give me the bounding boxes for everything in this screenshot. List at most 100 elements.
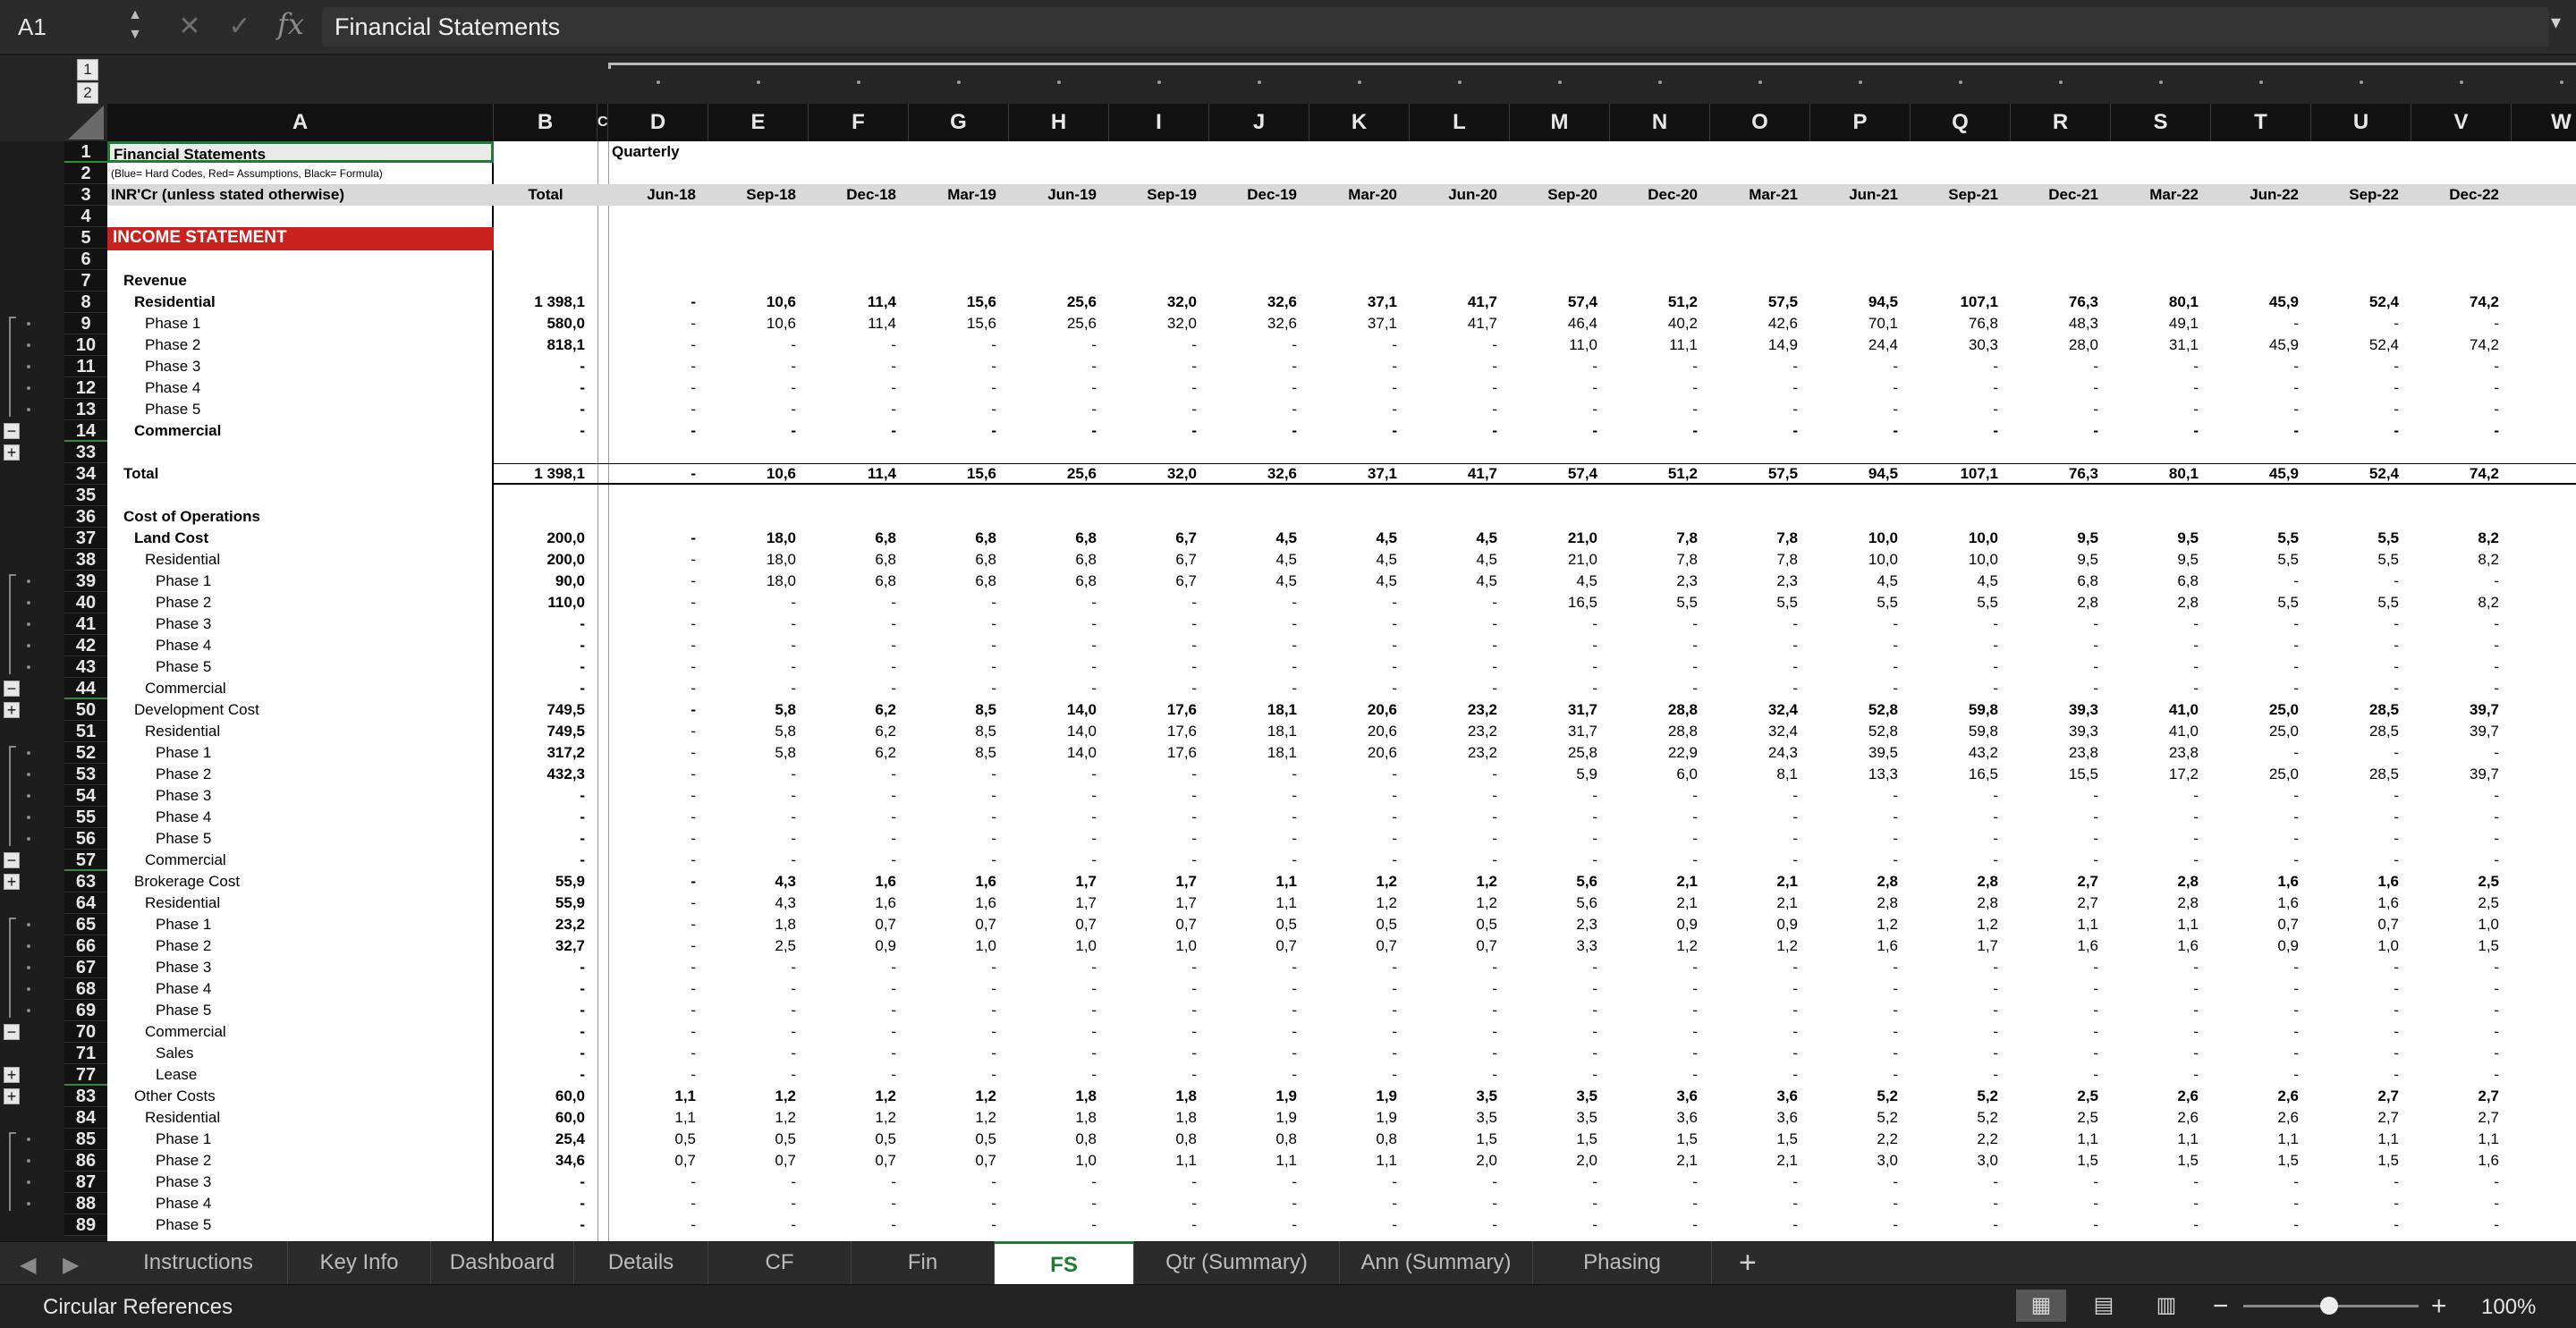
- period-value-cell[interactable]: 3,6: [1710, 1086, 1810, 1107]
- period-value-cell[interactable]: 1,7: [1109, 871, 1209, 892]
- period-value-cell[interactable]: 6,8: [1009, 549, 1109, 571]
- period-value-cell[interactable]: -: [1810, 656, 1911, 678]
- period-value-cell[interactable]: -: [909, 635, 1009, 656]
- period-value-cell[interactable]: 2,3: [1610, 571, 1710, 592]
- period-value-cell[interactable]: 11,0: [1510, 334, 1610, 356]
- row-group-bracket[interactable]: [9, 574, 16, 674]
- period-value-cell[interactable]: 2,5: [708, 935, 809, 957]
- period-value-cell[interactable]: 25,0: [2211, 721, 2311, 742]
- page-break-view-icon[interactable]: ▥: [2141, 1290, 2191, 1322]
- period-value-cell[interactable]: -: [1109, 1193, 1209, 1214]
- period-value-cell[interactable]: -: [1309, 334, 1410, 356]
- period-value-cell[interactable]: -: [608, 828, 708, 850]
- period-value-cell[interactable]: -: [1410, 1000, 1510, 1021]
- period-value-cell[interactable]: 2,8: [1810, 871, 1911, 892]
- period-value-cell[interactable]: -: [1510, 656, 1610, 678]
- column-header-S[interactable]: S: [2111, 104, 2211, 141]
- period-value-cell[interactable]: -: [1410, 678, 1510, 699]
- period-value-cell[interactable]: -: [708, 377, 809, 399]
- period-value-cell[interactable]: -: [1911, 613, 2011, 635]
- period-value-cell[interactable]: -: [1911, 1172, 2011, 1193]
- period-value-cell[interactable]: -: [1710, 377, 1810, 399]
- period-value-cell[interactable]: -: [909, 807, 1009, 828]
- period-value-cell[interactable]: 0,5: [608, 1129, 708, 1150]
- period-value-cell[interactable]: -: [608, 592, 708, 613]
- period-value-cell[interactable]: 0,7: [1009, 914, 1109, 935]
- period-value-cell[interactable]: 6,8: [1009, 571, 1109, 592]
- line-item-label[interactable]: Commercial: [107, 678, 494, 699]
- period-value-cell[interactable]: -: [608, 1064, 708, 1086]
- period-value-cell[interactable]: -: [1710, 978, 1810, 1000]
- period-value-cell[interactable]: -: [1109, 828, 1209, 850]
- row-header[interactable]: 66: [64, 935, 107, 957]
- period-value-cell[interactable]: -: [909, 399, 1009, 420]
- period-value-cell[interactable]: -: [2011, 1214, 2111, 1236]
- period-value-cell[interactable]: -: [1109, 399, 1209, 420]
- chevron-down-icon[interactable]: ▾: [2551, 11, 2561, 34]
- period-value-cell[interactable]: -: [1810, 635, 1911, 656]
- period-value-cell[interactable]: 1,5: [1610, 1129, 1710, 1150]
- period-value-cell[interactable]: -: [2311, 635, 2411, 656]
- period-value-cell[interactable]: 17,2: [2111, 764, 2211, 785]
- period-value-cell[interactable]: -: [909, 850, 1009, 871]
- period-value-cell[interactable]: -: [1510, 1214, 1610, 1236]
- period-value-cell[interactable]: -: [2111, 399, 2211, 420]
- column-header-K[interactable]: K: [1309, 104, 1410, 141]
- total-header-cell[interactable]: Total: [494, 184, 597, 206]
- period-value-cell[interactable]: 1,2: [909, 1086, 1009, 1107]
- period-value-cell[interactable]: -: [1610, 613, 1710, 635]
- row-header[interactable]: 14: [64, 420, 107, 442]
- page-layout-view-icon[interactable]: ▤: [2079, 1290, 2129, 1322]
- period-value-cell[interactable]: 0,8: [1009, 1129, 1109, 1150]
- period-value-cell[interactable]: 7,8: [1710, 528, 1810, 549]
- period-value-cell[interactable]: -: [1510, 1000, 1610, 1021]
- period-value-cell[interactable]: 0,5: [1209, 914, 1309, 935]
- period-value-cell[interactable]: 23,8: [2111, 742, 2211, 764]
- period-value-cell[interactable]: 14,9: [1710, 334, 1810, 356]
- period-value-cell[interactable]: 8: [2512, 334, 2576, 356]
- period-value-cell[interactable]: 70,1: [1810, 313, 1911, 334]
- period-value-cell[interactable]: -: [2411, 313, 2512, 334]
- period-value-cell[interactable]: -: [1510, 420, 1610, 442]
- period-value-cell[interactable]: 32,0: [1109, 463, 1209, 485]
- period-value-cell[interactable]: -: [608, 1043, 708, 1064]
- period-value-cell[interactable]: 1,2: [1410, 871, 1510, 892]
- period-value-cell[interactable]: 3,6: [1710, 1107, 1810, 1129]
- period-value-cell[interactable]: -: [1309, 656, 1410, 678]
- period-value-cell[interactable]: 8,2: [2411, 592, 2512, 613]
- period-value-cell[interactable]: 2,6: [2111, 1107, 2211, 1129]
- row-header[interactable]: 53: [64, 764, 107, 785]
- period-value-cell[interactable]: 1,5: [2311, 1150, 2411, 1172]
- period-value-cell[interactable]: -: [2411, 1064, 2512, 1086]
- period-value-cell[interactable]: 2,2: [1810, 1129, 1911, 1150]
- period-value-cell[interactable]: -: [2011, 635, 2111, 656]
- period-value-cell[interactable]: -: [1610, 957, 1710, 978]
- period-value-cell[interactable]: 1,2: [809, 1086, 909, 1107]
- period-value-cell[interactable]: -: [608, 957, 708, 978]
- period-value-cell[interactable]: -: [1810, 1021, 1911, 1043]
- period-value-cell[interactable]: -: [2411, 678, 2512, 699]
- period-value-cell[interactable]: -: [1710, 399, 1810, 420]
- row-header[interactable]: 12: [64, 377, 107, 399]
- period-value-cell[interactable]: 25,6: [1009, 463, 1109, 485]
- period-value-cell[interactable]: -: [2211, 1214, 2311, 1236]
- period-value-cell[interactable]: -: [1911, 957, 2011, 978]
- period-value-cell[interactable]: 94,5: [1810, 292, 1911, 313]
- period-header-cell[interactable]: Jun-18: [608, 184, 708, 206]
- period-value-cell[interactable]: 1,6: [2411, 1150, 2512, 1172]
- row-header[interactable]: 50: [64, 699, 107, 721]
- period-value-cell[interactable]: -: [708, 399, 809, 420]
- line-item-label[interactable]: Residential: [107, 1107, 494, 1129]
- line-item-label[interactable]: Residential: [107, 292, 494, 313]
- period-value-cell[interactable]: -: [608, 742, 708, 764]
- period-value-cell[interactable]: -: [2411, 785, 2512, 807]
- period-value-cell[interactable]: 1,5: [2111, 1150, 2211, 1172]
- period-value-cell[interactable]: 3,0: [1810, 1150, 1911, 1172]
- period-value-cell[interactable]: -: [1209, 828, 1309, 850]
- circular-references-status[interactable]: Circular References: [43, 1295, 233, 1320]
- column-header-L[interactable]: L: [1410, 104, 1510, 141]
- period-value-cell[interactable]: 0,9: [1710, 914, 1810, 935]
- period-value-cell[interactable]: 6,8: [2111, 571, 2211, 592]
- period-value-cell[interactable]: 0,7: [1209, 935, 1309, 957]
- period-value-cell[interactable]: -: [1710, 1021, 1810, 1043]
